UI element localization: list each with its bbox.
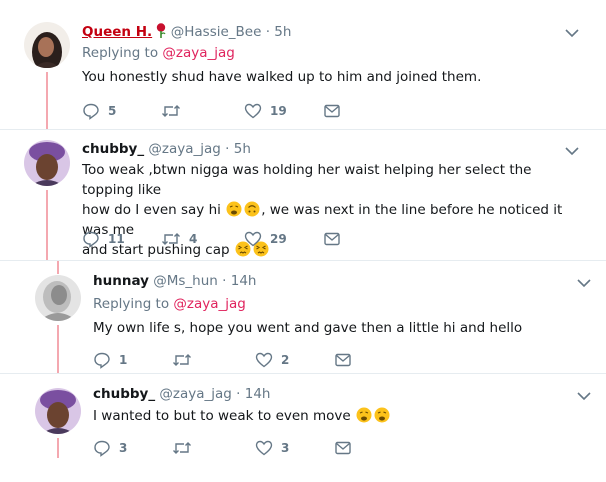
tweet-actions: 5 19 bbox=[82, 101, 482, 121]
retweet-icon bbox=[173, 354, 191, 366]
replying-label: Replying to bbox=[82, 45, 159, 61]
tweet-4[interactable]: chubby_ @zaya_jag · 14h I wanted to but … bbox=[0, 374, 606, 482]
tweet-actions: 11 4 29 bbox=[82, 229, 482, 249]
tweet-text-fragment: how do I even say hi bbox=[82, 202, 221, 218]
tweet-text: My own life s, hope you went and gave th… bbox=[93, 320, 523, 336]
tweet-text-line: Too weak ,btwn nigga was holding her wai… bbox=[82, 162, 532, 198]
like-icon bbox=[255, 440, 273, 456]
reply-button[interactable]: 3 bbox=[93, 438, 127, 458]
timestamp[interactable]: · 14h bbox=[222, 273, 256, 289]
timestamp[interactable]: · 14h bbox=[236, 386, 270, 402]
tweet-text: You honestly shud have walked up to him … bbox=[82, 69, 482, 85]
like-button[interactable]: 3 bbox=[255, 438, 289, 458]
tweet-header: chubby_ @zaya_jag · 5h bbox=[82, 141, 251, 157]
mention-link[interactable]: @zaya_jag bbox=[162, 45, 234, 61]
tweet-actions: 3 3 bbox=[93, 438, 493, 458]
like-button[interactable]: 29 bbox=[244, 229, 287, 249]
tweet-3[interactable]: hunnay @Ms_hun · 14h Replying to @zaya_j… bbox=[0, 261, 606, 373]
retweet-button[interactable]: 4 bbox=[161, 229, 197, 249]
dm-icon bbox=[335, 441, 351, 455]
tweet-2[interactable]: chubby_ @zaya_jag · 5h Too weak ,btwn ni… bbox=[0, 130, 606, 260]
caret-down-icon[interactable] bbox=[576, 391, 592, 401]
thread-line bbox=[46, 72, 48, 129]
like-button[interactable]: 2 bbox=[255, 350, 289, 370]
tweet-text-fragment: I wanted to but to weak to even move bbox=[93, 408, 351, 424]
reply-icon bbox=[83, 103, 99, 120]
replying-label: Replying to bbox=[93, 296, 170, 312]
avatar[interactable] bbox=[24, 140, 70, 186]
thread-line bbox=[46, 190, 48, 260]
tweet-actions: 1 2 bbox=[93, 350, 493, 370]
thread-line bbox=[57, 325, 59, 373]
weary-face-emoji bbox=[226, 201, 242, 217]
display-name[interactable]: hunnay bbox=[93, 273, 149, 289]
avatar[interactable] bbox=[24, 22, 70, 68]
reply-count: 5 bbox=[108, 104, 117, 118]
mention-link[interactable]: @zaya_jag bbox=[173, 296, 245, 312]
tweet-1[interactable]: Queen H. @Hassie_Bee · 5h Replying to @z… bbox=[0, 0, 606, 129]
dm-icon bbox=[324, 232, 340, 246]
tweet-header: Queen H. @Hassie_Bee · 5h bbox=[82, 23, 291, 40]
tweet-header: chubby_ @zaya_jag · 14h bbox=[93, 386, 271, 402]
retweet-icon bbox=[162, 105, 180, 117]
like-count: 19 bbox=[270, 104, 287, 118]
retweet-button[interactable] bbox=[172, 350, 200, 370]
reply-button[interactable]: 11 bbox=[82, 229, 125, 249]
like-count: 3 bbox=[281, 441, 290, 455]
weary-face-emoji bbox=[374, 407, 390, 423]
retweet-icon bbox=[173, 442, 191, 454]
retweet-count: 4 bbox=[189, 232, 198, 246]
display-name[interactable]: chubby_ bbox=[93, 386, 155, 402]
handle[interactable]: @zaya_jag bbox=[159, 386, 231, 402]
reply-icon bbox=[83, 231, 99, 248]
rose-icon bbox=[157, 23, 166, 38]
handle[interactable]: @Ms_hun bbox=[153, 273, 218, 289]
like-count: 2 bbox=[281, 353, 290, 367]
retweet-button[interactable] bbox=[161, 101, 189, 121]
caret-down-icon[interactable] bbox=[564, 28, 580, 38]
retweet-button[interactable] bbox=[172, 438, 200, 458]
dm-button[interactable] bbox=[324, 229, 340, 249]
reply-button[interactable]: 1 bbox=[93, 350, 127, 370]
replying-to: Replying to @zaya_jag bbox=[93, 296, 246, 312]
thread-line bbox=[57, 261, 59, 274]
like-icon bbox=[244, 103, 262, 119]
upside-down-face-emoji bbox=[244, 201, 260, 217]
avatar[interactable] bbox=[35, 275, 81, 321]
dm-button[interactable] bbox=[335, 438, 351, 458]
reply-count: 11 bbox=[108, 232, 125, 246]
reply-icon bbox=[94, 352, 110, 369]
reply-button[interactable]: 5 bbox=[82, 101, 116, 121]
like-icon bbox=[255, 352, 273, 368]
caret-down-icon[interactable] bbox=[576, 278, 592, 288]
retweet-icon bbox=[162, 233, 180, 245]
dm-button[interactable] bbox=[324, 101, 340, 121]
dm-icon bbox=[335, 353, 351, 367]
handle[interactable]: @zaya_jag bbox=[148, 141, 220, 157]
dm-button[interactable] bbox=[335, 350, 351, 370]
like-icon bbox=[244, 231, 262, 247]
caret-down-icon[interactable] bbox=[564, 146, 580, 156]
timestamp[interactable]: · 5h bbox=[225, 141, 251, 157]
reply-count: 1 bbox=[119, 353, 128, 367]
tweet-header: hunnay @Ms_hun · 14h bbox=[93, 273, 256, 289]
dm-icon bbox=[324, 104, 340, 118]
reply-count: 3 bbox=[119, 441, 128, 455]
tweet-text: I wanted to but to weak to even move bbox=[93, 406, 573, 426]
like-button[interactable]: 19 bbox=[244, 101, 287, 121]
avatar[interactable] bbox=[35, 388, 81, 434]
reply-icon bbox=[94, 440, 110, 457]
display-name[interactable]: Queen H. bbox=[82, 24, 152, 40]
timestamp[interactable]: · 5h bbox=[266, 24, 292, 40]
thread-line bbox=[57, 438, 59, 458]
weary-face-emoji bbox=[356, 407, 372, 423]
like-count: 29 bbox=[270, 232, 287, 246]
handle[interactable]: @Hassie_Bee bbox=[171, 24, 262, 40]
replying-to: Replying to @zaya_jag bbox=[82, 45, 235, 61]
display-name[interactable]: chubby_ bbox=[82, 141, 144, 157]
